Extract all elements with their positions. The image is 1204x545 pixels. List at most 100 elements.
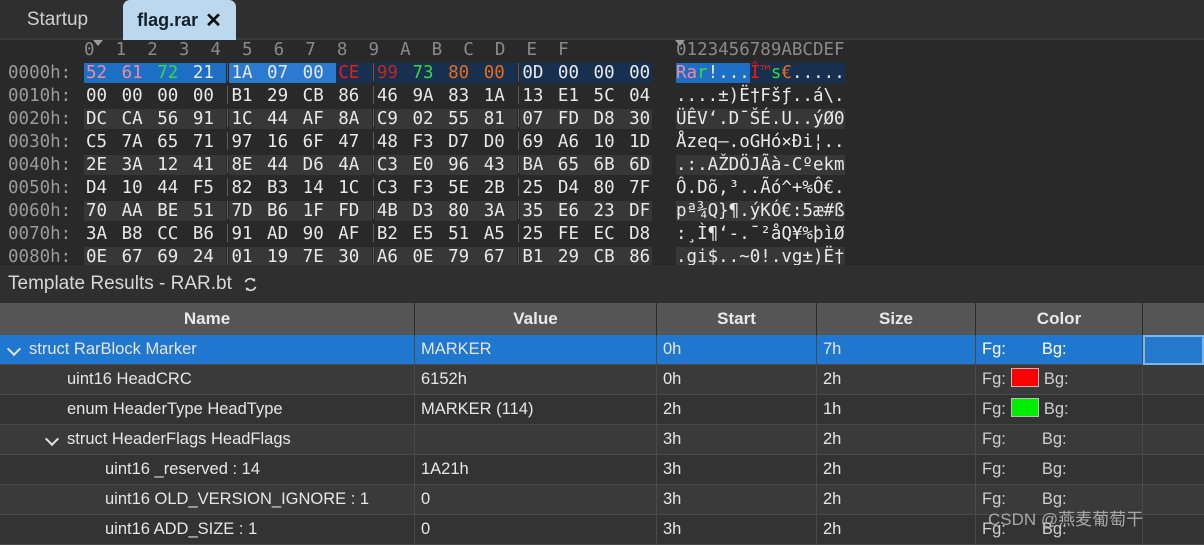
hex-byte[interactable]: 80 (446, 63, 482, 83)
hex-byte[interactable]: E1 (556, 86, 592, 106)
hex-byte[interactable]: 1F (300, 201, 337, 221)
hex-byte[interactable]: 01 (229, 247, 266, 267)
hex-byte[interactable]: 69 (520, 132, 556, 152)
hex-row-ascii[interactable]: Rar!...Î™s€..... (676, 62, 845, 85)
ascii-text[interactable]: .:.AŽDÖJÃà-Cºekm (676, 155, 845, 175)
ascii-char[interactable]: . (718, 63, 729, 83)
cell-size[interactable]: 2h (817, 485, 976, 514)
cell-color[interactable]: Fg: Bg: (976, 395, 1143, 424)
ascii-char[interactable]: . (823, 63, 835, 83)
hex-row[interactable]: 0000h: 52 61 72 21 1A 07 00 CE 99 73 80 0… (0, 62, 1204, 85)
ascii-char[interactable]: € (781, 63, 793, 83)
ascii-char[interactable]: ™ (760, 63, 771, 83)
hex-byte[interactable]: 7A (120, 132, 156, 152)
hex-byte[interactable]: 41 (190, 155, 227, 175)
ascii-char[interactable]: . (792, 63, 803, 83)
hex-row-ascii[interactable]: ....±)Ë†Fšƒ..á\. (676, 85, 845, 108)
cell-start[interactable]: 2h (657, 395, 817, 424)
hex-byte[interactable]: CE (336, 63, 372, 83)
cell-start[interactable]: 3h (657, 515, 817, 544)
hex-byte[interactable]: 35 (520, 201, 556, 221)
hex-byte[interactable]: 46 (375, 86, 411, 106)
hex-byte[interactable]: E6 (555, 201, 592, 221)
ascii-char[interactable]: r (697, 63, 708, 83)
hex-byte[interactable]: BA (520, 155, 556, 175)
hex-byte[interactable]: F3 (410, 132, 446, 152)
hex-byte[interactable]: 81 (481, 109, 518, 129)
template-results-table-body[interactable]: struct RarBlock Marker MARKER 0h 7h Fg: Bg: ui… (0, 335, 1204, 545)
hex-byte[interactable]: D3 (410, 201, 447, 221)
hex-byte[interactable]: 82 (229, 178, 265, 198)
cell-name[interactable]: uint16 ADD_SIZE : 1 (0, 515, 415, 544)
hex-byte[interactable]: 00 (120, 86, 156, 106)
hex-byte[interactable]: 24 (190, 247, 227, 267)
hex-byte[interactable]: 00 (84, 86, 120, 106)
hex-byte[interactable]: 00 (481, 63, 518, 83)
hex-byte[interactable]: D8 (591, 109, 628, 129)
cell-color[interactable]: Fg: Bg: (976, 365, 1143, 394)
hex-byte[interactable]: 80 (446, 201, 482, 221)
ascii-char[interactable]: a (686, 63, 698, 83)
cell-color[interactable]: Fg: Bg: (976, 425, 1143, 454)
table-row[interactable]: struct HeaderFlags HeadFlags 3h 2h Fg: Bg: (0, 425, 1204, 455)
ascii-char[interactable]: s (770, 63, 782, 83)
hex-byte[interactable]: 71 (191, 132, 227, 152)
ascii-text[interactable]: :¸Ì¶‘-.¯²åQ¥%þìØ (676, 224, 845, 244)
hex-byte[interactable]: 1C (336, 178, 372, 198)
cell-extra[interactable] (1143, 395, 1204, 424)
hex-byte[interactable]: C5 (84, 132, 120, 152)
hex-row-bytes[interactable]: 70 AA BE 51 7D B6 1F FD 4B D3 80 3A 35 E… (84, 200, 653, 223)
hex-byte[interactable]: 30 (627, 109, 653, 129)
hex-byte[interactable]: A5 (482, 224, 518, 244)
refresh-icon[interactable] (242, 276, 259, 293)
hex-byte[interactable]: 1D (627, 132, 652, 152)
ascii-char[interactable]: . (834, 63, 845, 83)
hex-byte[interactable]: 70 (84, 201, 120, 221)
hex-byte[interactable]: 73 (410, 63, 447, 83)
hex-byte[interactable]: 4A (336, 155, 372, 175)
hex-byte[interactable]: A6 (556, 132, 592, 152)
hex-byte[interactable]: B8 (120, 224, 156, 244)
cell-color[interactable]: Fg: Bg: (976, 485, 1143, 514)
hex-byte[interactable]: 04 (627, 86, 652, 106)
cell-size[interactable]: 2h (817, 365, 976, 394)
cell-size[interactable]: 1h (817, 395, 976, 424)
cell-size[interactable]: 2h (817, 425, 976, 454)
hex-row-bytes[interactable]: 52 61 72 21 1A 07 00 CE 99 73 80 00 0D 0… (84, 62, 653, 85)
hex-byte[interactable]: 7E (300, 247, 337, 267)
table-row[interactable]: enum HeaderType HeadType MARKER (114) 2h 1h… (0, 395, 1204, 425)
hex-byte[interactable]: 6B (591, 155, 628, 175)
cell-extra[interactable] (1143, 335, 1204, 365)
hex-byte[interactable]: AA (119, 201, 156, 221)
hex-byte[interactable]: AF (336, 224, 372, 244)
hex-byte[interactable]: AD (265, 224, 301, 244)
cell-extra[interactable] (1143, 365, 1204, 394)
hex-byte[interactable]: 51 (446, 224, 482, 244)
cell-name[interactable]: struct HeaderFlags HeadFlags (0, 425, 415, 454)
hex-byte[interactable]: 79 (446, 247, 482, 267)
ascii-text[interactable]: .gi$..~0!.vg±)Ë† (676, 247, 845, 267)
hex-byte[interactable]: 00 (155, 86, 191, 106)
hex-byte[interactable]: 00 (191, 86, 227, 106)
hex-byte[interactable]: 07 (520, 109, 556, 129)
hex-byte[interactable]: 67 (119, 247, 156, 267)
hex-byte[interactable]: B6 (191, 224, 227, 244)
hex-byte[interactable]: 97 (229, 132, 265, 152)
column-header-name[interactable]: Name (0, 303, 415, 335)
hex-byte[interactable]: B6 (265, 201, 301, 221)
cell-name[interactable]: enum HeaderType HeadType (0, 395, 415, 424)
hex-byte[interactable]: 90 (301, 224, 337, 244)
hex-byte[interactable]: 7D (229, 201, 266, 221)
hex-byte[interactable]: 23 (591, 201, 628, 221)
hex-byte[interactable]: 00 (627, 63, 653, 83)
hex-byte[interactable]: 1A (229, 63, 266, 83)
hex-byte[interactable]: B2 (375, 224, 411, 244)
hex-byte[interactable]: 44 (155, 178, 191, 198)
hex-byte[interactable]: CC (155, 224, 191, 244)
cell-color[interactable]: Fg: Bg: (976, 335, 1143, 364)
hex-byte[interactable]: 47 (336, 132, 372, 152)
hex-byte[interactable]: AF (300, 109, 337, 129)
hex-byte[interactable]: 5E (446, 178, 482, 198)
hex-byte[interactable]: D8 (627, 224, 652, 244)
ascii-char[interactable]: R (676, 63, 687, 83)
